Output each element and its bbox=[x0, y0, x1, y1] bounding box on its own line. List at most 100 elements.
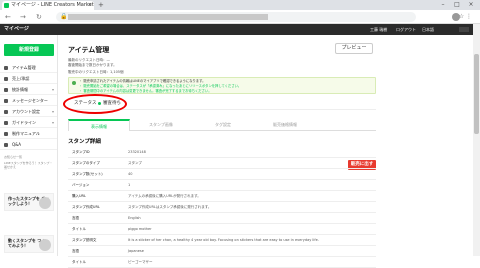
detail-value: スタンプ bbox=[128, 161, 142, 165]
maximize-icon[interactable]: □ bbox=[450, 0, 464, 10]
detail-row: 言語 Japanese bbox=[68, 246, 376, 257]
header-logout-link[interactable]: ログアウト bbox=[396, 24, 416, 35]
back-icon[interactable]: ← bbox=[5, 12, 11, 22]
url-redacted bbox=[68, 14, 268, 20]
address-bar-row: ← → ↻ 🔒 ☆ ⋮ bbox=[0, 10, 480, 24]
detail-value: スタンプ作成URLはスタンプ承認後に発行されます。 bbox=[128, 205, 212, 209]
detail-label: タイトル bbox=[72, 227, 86, 231]
detail-row: バージョン 1 bbox=[68, 180, 376, 191]
sidebar-item-label: 統計情報 bbox=[12, 87, 28, 92]
site-title: マイページ bbox=[4, 26, 29, 32]
chart-icon bbox=[4, 77, 8, 81]
grid-icon bbox=[4, 66, 8, 70]
sidebar-item-qa[interactable]: Q&A bbox=[0, 140, 57, 150]
new-tab-button[interactable]: + bbox=[98, 1, 104, 9]
detail-row: 言語 English bbox=[68, 213, 376, 224]
scroll-thumb[interactable] bbox=[474, 54, 479, 134]
banner-image bbox=[39, 239, 51, 251]
info-alert: ・ 販売申請されたアイテムの情報はLINEのマイアプリで確認できるようになります… bbox=[68, 77, 376, 94]
sidebar-item-label: 制作マニュアル bbox=[12, 131, 40, 136]
sidebar-item-item-management[interactable]: アイテム管理 bbox=[0, 63, 57, 73]
page-title: アイテム管理 bbox=[68, 46, 110, 54]
sidebar: 新規登録 アイテム管理 売上/承認 統計情報 ▾ メッセージセンター アカウント… bbox=[0, 35, 58, 256]
header-user-link[interactable]: 工藤 瑞樹 bbox=[370, 24, 387, 35]
detail-row: タイトル piggo mother bbox=[68, 224, 376, 235]
meta-text: 審査開始まで数日かかります。 bbox=[68, 63, 117, 67]
minimize-icon[interactable]: – bbox=[436, 0, 450, 10]
chevron-down-icon: ▾ bbox=[51, 120, 54, 125]
sidebar-item-messages[interactable]: メッセージセンター bbox=[0, 96, 57, 106]
detail-row: スタンプ作成URL スタンプ作成URLはスタンプ承認後に発行されます。 bbox=[68, 202, 376, 213]
scrollbar[interactable] bbox=[473, 24, 480, 256]
promo-banner[interactable]: 動くスタンプを つくってみよう！ bbox=[4, 235, 54, 253]
chevron-down-icon: ▾ bbox=[51, 87, 54, 92]
sidebar-item-label: アカウント設定 bbox=[12, 109, 40, 114]
forward-icon[interactable]: → bbox=[20, 12, 26, 22]
stats-icon bbox=[4, 88, 8, 92]
detail-value: ピーゴーマザー bbox=[128, 260, 153, 264]
sidebar-item-guidelines[interactable]: ガイドライン ▾ bbox=[0, 118, 57, 128]
sidebar-item-label: メッセージセンター bbox=[12, 98, 48, 103]
detail-value: English bbox=[128, 216, 141, 220]
main-content: アイテム管理 プレビュー 最新のリクエスト日時：— 審査開始まで数日かかります。… bbox=[59, 35, 473, 268]
browser-tab[interactable]: マイページ - LINE Creators Market × bbox=[2, 1, 94, 10]
promo-banner[interactable]: 作ったスタンプを チェックしよう！ bbox=[4, 193, 54, 211]
sidebar-item-stats[interactable]: 統計情報 ▾ bbox=[0, 85, 57, 95]
detail-value: It is a sticker of her chan, a healthy 4… bbox=[128, 238, 319, 242]
detail-value: piggo mother bbox=[128, 227, 152, 231]
detail-label: 言語 bbox=[72, 249, 79, 253]
header-language-link[interactable]: 日本語 bbox=[422, 24, 434, 35]
alert-line: ・ 審査期間中のアイテムの内容は変更できません。審査が完了するまでお待ちください… bbox=[79, 89, 212, 93]
meta-text: 販売中のリクエスト日時：1,105個 bbox=[68, 70, 124, 74]
header-badge bbox=[459, 27, 469, 32]
detail-value: 40 bbox=[128, 172, 133, 176]
close-window-icon[interactable]: × bbox=[464, 0, 478, 10]
tab-sticker-images[interactable]: スタンプ画像 bbox=[130, 119, 192, 131]
detail-label: 購入URL bbox=[72, 194, 86, 198]
url-input[interactable]: 🔒 bbox=[56, 12, 416, 22]
banner-image bbox=[39, 197, 51, 209]
alert-line: ・ 販売申請されたアイテムの情報はLINEのマイアプリで確認できるようになります… bbox=[79, 79, 206, 83]
sidebar-item-sales[interactable]: 売上/承認 bbox=[0, 74, 57, 84]
detail-row: スタンプ数(セット) 40 bbox=[68, 169, 376, 180]
detail-value: アイテムの承認後に購入URLが発行されます。 bbox=[128, 194, 201, 198]
tab-bar: 表示情報 スタンプ画像 タグ設定 販売価格情報 bbox=[68, 119, 376, 131]
detail-label: スタンプID bbox=[72, 150, 90, 154]
notice-link[interactable]: … bbox=[4, 167, 54, 171]
detail-label: スタンプのタイプ bbox=[72, 161, 100, 165]
chevron-down-icon: ▾ bbox=[51, 109, 54, 114]
detail-row: 購入URL アイテムの承認後に購入URLが発行されます。 bbox=[68, 191, 376, 202]
tab-display-info[interactable]: 表示情報 bbox=[68, 119, 130, 131]
sidebar-item-label: 売上/承認 bbox=[12, 76, 30, 81]
sidebar-item-manual[interactable]: 制作マニュアル bbox=[0, 129, 57, 139]
tab-close-icon[interactable]: × bbox=[88, 1, 92, 10]
user-icon bbox=[4, 110, 8, 114]
doc-icon bbox=[4, 132, 8, 136]
notice-link[interactable]: お知らせ一覧 bbox=[4, 155, 54, 159]
detail-value: 23320148 bbox=[128, 150, 146, 154]
sidebar-item-label: Q&A bbox=[12, 142, 22, 147]
book-icon bbox=[4, 121, 8, 125]
browser-tab-strip: マイページ - LINE Creators Market × + – □ × bbox=[0, 0, 480, 10]
info-icon bbox=[72, 81, 76, 85]
detail-label: タイトル bbox=[72, 260, 86, 264]
new-registration-button[interactable]: 新規登録 bbox=[4, 44, 54, 56]
browser-menu-icon[interactable]: ☆ ⋮ bbox=[459, 13, 472, 21]
detail-row: スタンプID 23320148 bbox=[68, 147, 376, 158]
tab-tags[interactable]: タグ設定 bbox=[192, 119, 254, 131]
reload-icon[interactable]: ↻ bbox=[36, 12, 42, 22]
detail-label: バージョン bbox=[72, 183, 90, 187]
section-title: スタンプ詳細 bbox=[68, 139, 101, 145]
lock-icon: 🔒 bbox=[60, 13, 68, 20]
tab-pricing[interactable]: 販売価格情報 bbox=[254, 119, 316, 131]
detail-value: Japanese bbox=[128, 249, 144, 253]
preview-button[interactable]: プレビュー bbox=[335, 43, 373, 54]
detail-row: スタンプ説明文 It is a sticker of her chan, a he… bbox=[68, 235, 376, 246]
detail-label: スタンプ説明文 bbox=[72, 238, 97, 242]
browser-tab-title: マイページ - LINE Creators Market bbox=[11, 2, 94, 8]
detail-row: スタンプのタイプ スタンプ bbox=[68, 158, 376, 169]
sidebar-item-account[interactable]: アカウント設定 ▾ bbox=[0, 107, 57, 117]
detail-label: スタンプ作成URL bbox=[72, 205, 100, 209]
qa-icon bbox=[4, 143, 8, 147]
detail-label: スタンプ数(セット) bbox=[72, 172, 103, 176]
